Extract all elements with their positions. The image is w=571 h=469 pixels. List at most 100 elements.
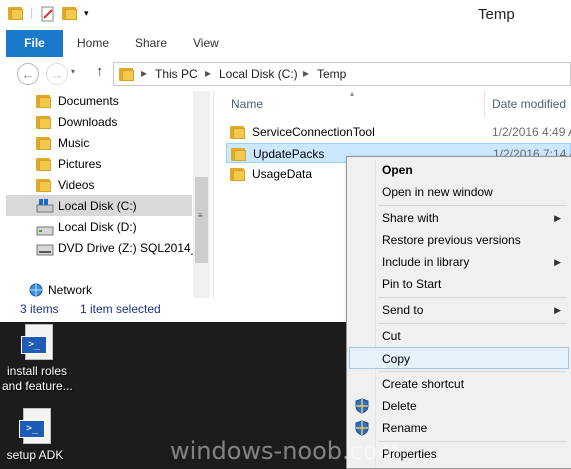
submenu-arrow-icon: ▶ (554, 257, 561, 267)
title-bar: | ▾ Temp (0, 0, 571, 30)
properties-icon[interactable] (40, 6, 56, 25)
menu-label: Create shortcut (382, 377, 465, 391)
desktop-label: install roles (6, 364, 68, 378)
breadcrumb-this-pc[interactable]: This PC (155, 67, 198, 81)
forward-icon[interactable]: → (46, 63, 68, 85)
powershell-script-icon: >_ (21, 324, 53, 360)
folder-icon (230, 126, 246, 139)
menu-item-include-in-library[interactable]: Include in library ▶ (349, 251, 569, 273)
breadcrumb-temp[interactable]: Temp (317, 67, 346, 81)
menu-item-open-new-window[interactable]: Open in new window (349, 181, 569, 203)
menu-label: Cut (382, 329, 401, 343)
menu-label: Open (382, 163, 413, 177)
file-name: UpdatePacks (253, 147, 325, 161)
menu-label: Delete (382, 399, 417, 413)
music-icon (36, 137, 52, 150)
menu-item-pin-to-start[interactable]: Pin to Start (349, 273, 569, 295)
window-title: Temp (478, 6, 515, 23)
chevron-right-icon[interactable]: ▸ (141, 66, 147, 80)
menu-separator (378, 297, 567, 298)
menu-item-cut[interactable]: Cut (349, 325, 569, 347)
ribbon-tabs: File Home Share View (0, 30, 571, 58)
menu-item-share-with[interactable]: Share with ▶ (349, 207, 569, 229)
powershell-script-icon: >_ (19, 408, 51, 444)
status-item-count: 3 items (20, 302, 59, 316)
menu-label: Pin to Start (382, 277, 442, 291)
menu-item-restore-previous-versions[interactable]: Restore previous versions (349, 229, 569, 251)
menu-item-copy[interactable]: Copy (349, 347, 569, 369)
breadcrumb-local-disk[interactable]: Local Disk (C:) (219, 67, 298, 81)
menu-separator (378, 205, 567, 206)
nav-scrollbar-thumb[interactable]: ≡ (195, 177, 208, 263)
sort-ascending-icon: ▴ (350, 89, 355, 98)
uac-shield-icon (355, 398, 369, 414)
pictures-icon (36, 158, 52, 171)
menu-label: Share with (382, 211, 439, 225)
column-header-date-modified[interactable]: Date modified (492, 97, 566, 111)
downloads-icon (36, 116, 52, 129)
uac-shield-icon (355, 420, 369, 436)
nav-label: Downloads (58, 115, 118, 129)
tab-share[interactable]: Share (135, 30, 167, 57)
nav-label: DVD Drive (Z:) SQL2014_x6 (58, 241, 193, 255)
folder-icon (231, 148, 247, 161)
nav-label: Local Disk (C:) (58, 199, 137, 213)
back-icon[interactable]: ← (17, 63, 39, 85)
chevron-right-icon[interactable]: ▸ (303, 66, 309, 80)
watermark: windows-noob.com (170, 437, 401, 465)
status-selected-count: 1 item selected (80, 302, 161, 316)
menu-item-open[interactable]: Open (349, 159, 569, 181)
menu-label: Restore previous versions (382, 233, 521, 247)
videos-icon (36, 179, 52, 192)
dvd-icon (36, 242, 54, 259)
menu-separator (378, 441, 567, 442)
navigation-bar: ← → ▾ ↑ ▸ This PC ▸ Local Disk (C:) ▸ Te… (0, 57, 571, 91)
customize-toolbar-icon[interactable]: ▾ (84, 8, 89, 19)
documents-icon (36, 95, 52, 108)
nav-label: Music (58, 136, 90, 150)
tab-home[interactable]: Home (77, 30, 109, 57)
menu-label: Open in new window (382, 185, 493, 199)
submenu-arrow-icon: ▶ (554, 213, 561, 223)
file-name: ServiceConnectionTool (252, 125, 375, 139)
file-row-serviceconnectiontool[interactable]: ServiceConnectionTool 1/2/2016 4:49 A (226, 122, 571, 142)
desktop-shortcut-install-roles[interactable]: >_ install roles and feature... (2, 324, 73, 394)
menu-item-send-to[interactable]: Send to ▶ (349, 299, 569, 321)
column-divider[interactable] (484, 91, 485, 117)
column-header-name[interactable]: Name (231, 97, 263, 111)
address-bar[interactable]: ▸ This PC ▸ Local Disk (C:) ▸ Temp (113, 62, 571, 86)
menu-label: Include in library (382, 255, 470, 269)
desktop-shortcut-setup-adk[interactable]: >_ setup ADK (0, 408, 70, 463)
folder-icon (8, 7, 24, 23)
chevron-right-icon[interactable]: ▸ (205, 66, 211, 80)
tab-file[interactable]: File (6, 30, 63, 57)
up-icon[interactable]: ↑ (96, 63, 104, 80)
new-folder-icon[interactable] (62, 7, 78, 23)
nav-label: Videos (58, 178, 95, 192)
menu-separator (378, 371, 567, 372)
file-name: UsageData (252, 167, 313, 181)
file-date: 1/2/2016 4:49 A (492, 125, 571, 139)
nav-label: Pictures (58, 157, 102, 171)
nav-item-dvd-drive[interactable]: DVD Drive (Z:) SQL2014_x6 (36, 238, 193, 259)
menu-label: Send to (382, 303, 424, 317)
nav-label: Documents (58, 94, 119, 108)
menu-label: Rename (382, 421, 428, 435)
folder-icon (230, 168, 246, 181)
menu-separator (378, 323, 567, 324)
folder-icon (119, 68, 135, 84)
desktop-label: and feature... (2, 379, 73, 393)
submenu-arrow-icon: ▶ (554, 305, 561, 315)
navigation-pane: Documents Downloads Music Pictures Video… (0, 91, 212, 298)
tab-view[interactable]: View (193, 30, 219, 57)
nav-label: Local Disk (D:) (58, 220, 137, 234)
recent-locations-icon[interactable]: ▾ (71, 67, 75, 76)
menu-label: Copy (382, 352, 411, 366)
menu-item-delete[interactable]: Delete (349, 395, 569, 417)
desktop-label: setup ADK (6, 448, 64, 462)
context-menu: Open Open in new window Share with ▶ Res… (346, 156, 571, 469)
menu-item-create-shortcut[interactable]: Create shortcut (349, 373, 569, 395)
local-disk-icon (36, 199, 54, 220)
separator: | (30, 5, 34, 19)
menu-item-rename[interactable]: Rename (349, 417, 569, 439)
